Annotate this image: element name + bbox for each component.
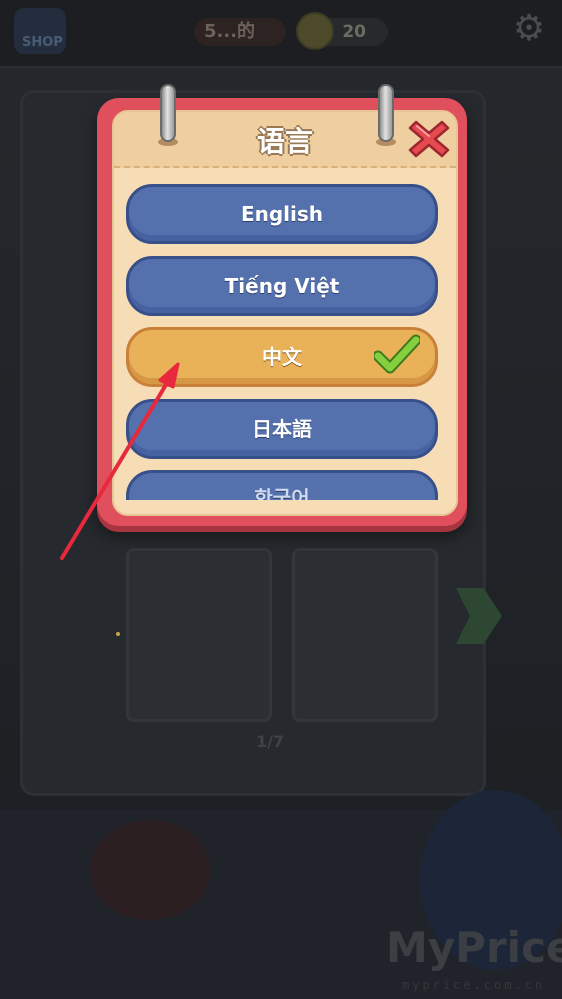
- close-button[interactable]: [408, 118, 450, 160]
- language-list[interactable]: English Tiếng Việt 中文 日本語 한국어: [112, 168, 454, 500]
- page-counter: 1/7: [255, 732, 285, 751]
- level-indicator: 5...的: [194, 18, 286, 46]
- game-screen: SHOP 5...的 20 ⚙ 1/7 语言 English Tiếng Việ…: [0, 0, 562, 999]
- watermark-domain: myprice.com.cn: [402, 978, 546, 992]
- gear-icon[interactable]: ⚙: [510, 10, 548, 48]
- watermark-brand: MyPrice: [386, 923, 562, 972]
- language-option-japanese[interactable]: 日本語: [126, 399, 438, 459]
- language-option-english[interactable]: English: [126, 184, 438, 244]
- background-decoration: [90, 820, 210, 920]
- language-option-vietnamese[interactable]: Tiếng Việt: [126, 256, 438, 316]
- close-icon: [408, 120, 450, 158]
- check-icon: [372, 334, 422, 376]
- puzzle-card-slot: [126, 548, 272, 722]
- binder-ring-icon: [160, 84, 176, 142]
- puzzle-card-slot: [292, 548, 438, 722]
- language-option-korean[interactable]: 한국어: [126, 470, 438, 500]
- shop-label: SHOP: [22, 35, 63, 50]
- sparkle-icon: [116, 632, 120, 636]
- shop-icon[interactable]: SHOP: [14, 8, 66, 54]
- binder-ring-icon: [378, 84, 394, 142]
- coin-icon: [296, 12, 334, 50]
- top-hud-bar: SHOP 5...的 20 ⚙: [0, 0, 562, 68]
